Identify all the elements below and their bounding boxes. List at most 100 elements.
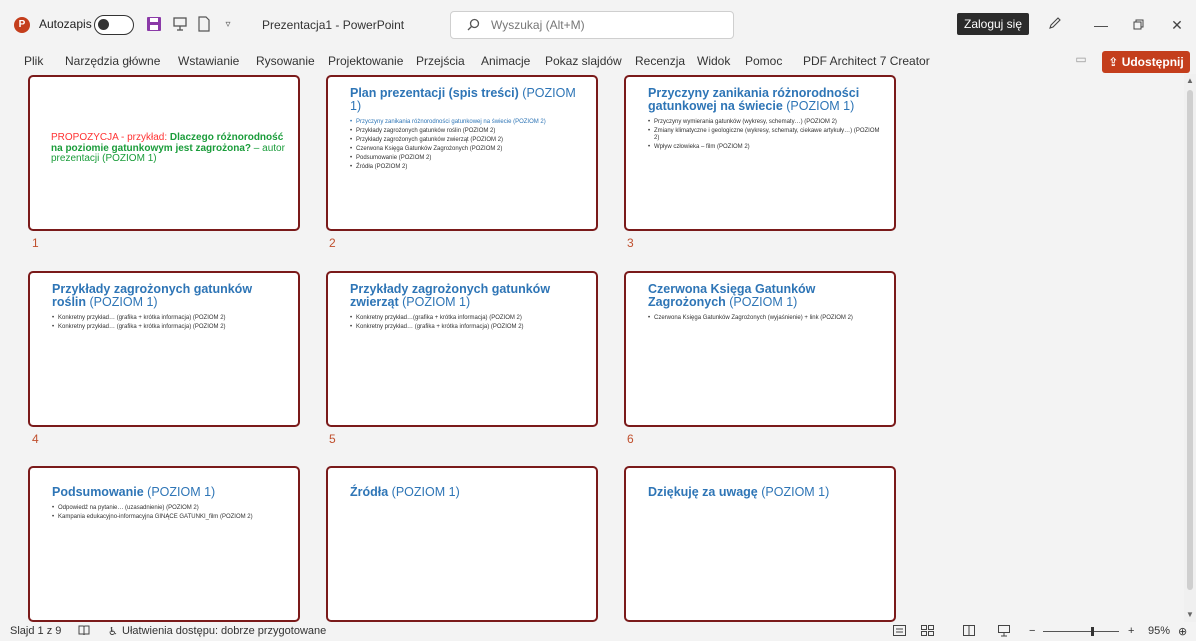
- bullet-list: Odpowiedź na pytanie… (uzasadnienie) (PO…: [52, 505, 286, 521]
- scroll-down-icon[interactable]: ▼: [1186, 610, 1194, 619]
- slide-thumbnail[interactable]: Dziękuję za uwagę (POZIOM 1): [624, 466, 896, 622]
- slide-number: 6: [627, 432, 634, 446]
- title-level: (POZIOM 1): [388, 485, 460, 499]
- title-text: Dziękuję za uwagę: [648, 485, 758, 499]
- slide-title: Dziękuję za uwagę (POZIOM 1): [648, 486, 882, 499]
- save-icon[interactable]: [144, 14, 164, 34]
- title-text: Podsumowanie: [52, 485, 144, 499]
- bullet-list: Czerwona Księga Gatunków Zagrożonych (wy…: [648, 315, 882, 322]
- slide-thumbnail[interactable]: Podsumowanie (POZIOM 1) Odpowiedź na pyt…: [28, 466, 300, 622]
- list-item: Źródła (POZIOM 2): [350, 164, 582, 171]
- list-item: Konkretny przykład… (grafika + krótka in…: [52, 315, 286, 322]
- pen-icon[interactable]: [1044, 14, 1066, 36]
- tab-view[interactable]: Widok: [697, 54, 730, 68]
- zoom-out-icon[interactable]: −: [1029, 625, 1035, 637]
- scroll-thumb[interactable]: [1187, 90, 1193, 590]
- zoom-in-icon[interactable]: +: [1128, 625, 1134, 637]
- signin-button[interactable]: Zaloguj się: [957, 13, 1029, 35]
- bullet-list: Konkretny przykład… (grafika + krótka in…: [52, 315, 286, 331]
- slideshow-view-icon[interactable]: [998, 625, 1010, 640]
- list-item: Czerwona Księga Gatunków Zagrożonych (wy…: [648, 315, 882, 322]
- presentation-from-start-icon[interactable]: [170, 14, 190, 34]
- vertical-scrollbar[interactable]: ▲ ▼: [1184, 74, 1196, 622]
- new-document-icon[interactable]: [194, 14, 214, 34]
- toggle-knob: [98, 19, 109, 30]
- tab-review[interactable]: Recenzja: [635, 54, 685, 68]
- list-item: Przyczyny wymierania gatunków (wykresy, …: [648, 119, 882, 126]
- slide-thumbnail[interactable]: Źródła (POZIOM 1): [326, 466, 598, 622]
- reading-view-icon[interactable]: [963, 625, 975, 639]
- title-prefix: PROPOZYCJA - przykład:: [51, 132, 170, 143]
- list-item: Wpływ człowieka – film (POZIOM 2): [648, 144, 882, 151]
- tab-slideshow[interactable]: Pokaz slajdów: [545, 54, 622, 68]
- slide-title: Podsumowanie (POZIOM 1): [52, 486, 286, 499]
- tab-animations[interactable]: Animacje: [481, 54, 530, 68]
- slide-thumbnail[interactable]: Czerwona Księga Gatunków Zagrożonych (PO…: [624, 271, 896, 427]
- slide-title: Przyczyny zanikania różnorodności gatunk…: [648, 87, 882, 113]
- tab-file[interactable]: Plik: [24, 54, 43, 68]
- slide-thumbnail[interactable]: Przykłady zagrożonych gatunków zwierząt …: [326, 271, 598, 427]
- search-icon: [467, 18, 480, 36]
- share-button[interactable]: ⇪ Udostępnij: [1102, 51, 1190, 73]
- customize-toolbar-icon[interactable]: ▿: [218, 14, 238, 34]
- comment-icon[interactable]: ▭: [1070, 52, 1092, 72]
- autosave-toggle[interactable]: [94, 15, 134, 35]
- list-item: Odpowiedź na pytanie… (uzasadnienie) (PO…: [52, 505, 286, 512]
- list-item: Zmiany klimatyczne i geologiczne (wykres…: [648, 128, 882, 142]
- accessibility-icon[interactable]: ♿: [108, 625, 118, 638]
- tab-design[interactable]: Projektowanie: [328, 54, 403, 68]
- tab-transitions[interactable]: Przejścia: [416, 54, 465, 68]
- title-level: (POZIOM 1): [757, 485, 830, 499]
- title-level: (POZIOM 1): [86, 295, 158, 309]
- zoom-level[interactable]: 95%: [1148, 625, 1170, 637]
- slide-title: PROPOZYCJA - przykład: Dlaczego różnorod…: [51, 132, 291, 165]
- bullet-list: Przyczyny zanikania różnorodności gatunk…: [350, 119, 582, 171]
- list-item: Konkretny przykład… (grafika + krótka in…: [350, 324, 584, 331]
- slide-title: Źródła (POZIOM 1): [350, 486, 584, 499]
- minimize-icon[interactable]: —: [1090, 14, 1112, 36]
- fit-to-window-icon[interactable]: ⊕: [1178, 625, 1187, 638]
- list-item: Kampania edukacyjno-informacyjna GINĄCE …: [52, 514, 286, 521]
- accessibility-status[interactable]: Ułatwienia dostępu: dobrze przygotowane: [122, 625, 326, 637]
- document-title: Prezentacja1 - PowerPoint: [262, 18, 405, 32]
- tab-home[interactable]: Narzędzia główne: [65, 54, 160, 68]
- close-icon[interactable]: ✕: [1166, 14, 1188, 36]
- bullet-list: Przyczyny wymierania gatunków (wykresy, …: [648, 119, 882, 151]
- notes-book-icon[interactable]: [78, 625, 90, 639]
- tab-insert[interactable]: Wstawianie: [178, 54, 239, 68]
- slide-sorter: PROPOZYCJA - przykład: Dlaczego różnorod…: [0, 74, 1184, 622]
- zoom-slider-thumb[interactable]: [1090, 627, 1094, 636]
- title-text: Plan prezentacji (spis treści): [350, 86, 519, 100]
- title-bar: P Autozapis ▿ Prezentacja1 - PowerPoint …: [0, 0, 1196, 50]
- slide-thumbnail[interactable]: Plan prezentacji (spis treści) (POZIOM 1…: [326, 75, 598, 231]
- list-item: Czerwona Księga Gatunków Zagrożonych (PO…: [350, 146, 582, 153]
- autosave-label: Autozapis: [39, 17, 92, 31]
- slide-title: Przykłady zagrożonych gatunków zwierząt …: [350, 283, 584, 309]
- tab-draw[interactable]: Rysowanie: [256, 54, 315, 68]
- list-item: Podsumowanie (POZIOM 2): [350, 155, 582, 162]
- ribbon-tabs: Plik Narzędzia główne Wstawianie Rysowan…: [0, 50, 1196, 74]
- slide-sorter-view-icon[interactable]: [921, 625, 934, 639]
- title-level: (POZIOM 1): [725, 295, 798, 309]
- notes-view-icon[interactable]: [893, 625, 906, 639]
- list-item: Konkretny przykład… (grafika + krótka in…: [52, 324, 286, 331]
- slide-number: 4: [32, 432, 39, 446]
- title-level: (POZIOM 1): [782, 99, 855, 113]
- slide-thumbnail[interactable]: Przykłady zagrożonych gatunków roślin (P…: [28, 271, 300, 427]
- restore-icon[interactable]: [1127, 14, 1149, 36]
- tab-help[interactable]: Pomoc: [745, 54, 782, 68]
- powerpoint-logo-icon: P: [14, 17, 30, 33]
- slide-title: Czerwona Księga Gatunków Zagrożonych (PO…: [648, 283, 882, 309]
- title-level: (POZIOM 1): [143, 485, 216, 499]
- slide-number: 1: [32, 236, 39, 250]
- tab-pdf-architect[interactable]: PDF Architect 7 Creator: [803, 54, 930, 68]
- slide-thumbnail[interactable]: Przyczyny zanikania różnorodności gatunk…: [624, 75, 896, 231]
- slide-counter[interactable]: Slajd 1 z 9: [10, 625, 61, 637]
- search-box[interactable]: Wyszukaj (Alt+M): [450, 11, 734, 39]
- zoom-slider[interactable]: [1043, 627, 1119, 636]
- list-item: Przykłady zagrożonych gatunków roślin (P…: [350, 128, 582, 135]
- slide-thumbnail[interactable]: PROPOZYCJA - przykład: Dlaczego różnorod…: [28, 75, 300, 231]
- scroll-up-icon[interactable]: ▲: [1186, 76, 1194, 85]
- share-label: Udostępnij: [1121, 55, 1184, 69]
- list-item: Konkretny przykład…(grafika + krótka inf…: [350, 315, 584, 322]
